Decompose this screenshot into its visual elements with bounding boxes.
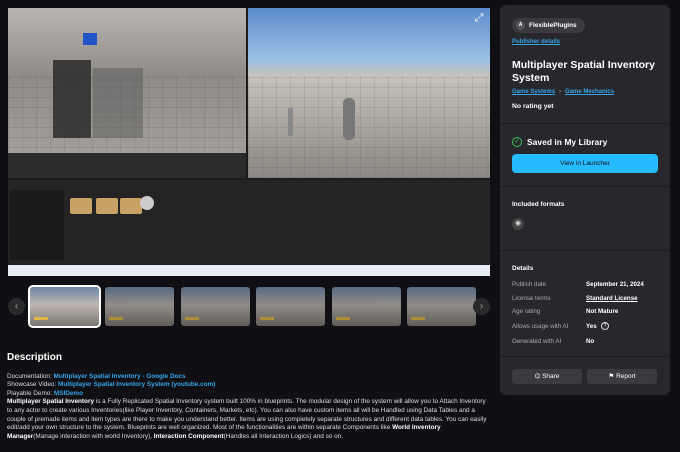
- bold-text: Multiplayer Spatial Inventory: [7, 398, 95, 406]
- product-title: Multiplayer Spatial Inventory System: [512, 59, 655, 84]
- share-button[interactable]: ⌬ Share: [512, 369, 582, 384]
- detail-label: Allows usage with AI: [512, 323, 569, 330]
- publisher-chip[interactable]: A FlexiblePlugins: [512, 18, 585, 33]
- report-label: Report: [616, 373, 636, 380]
- expand-icon[interactable]: ⤢: [472, 12, 486, 26]
- publisher-details-link[interactable]: Publisher details: [512, 39, 560, 45]
- thumbnail[interactable]: [105, 287, 174, 326]
- saved-status: Saved in My Library: [527, 137, 608, 147]
- description-heading: Description: [7, 352, 63, 363]
- chevron-left-icon[interactable]: ‹: [8, 298, 25, 315]
- thumbnail-strip: ‹ ›: [0, 285, 500, 328]
- documentation-link[interactable]: Multiplayer Spatial Inventory - Google D…: [54, 373, 186, 380]
- details-heading: Details: [512, 265, 534, 272]
- video-link[interactable]: Multiplayer Spatial Inventory System (yo…: [58, 381, 215, 388]
- screenshot-content-browser: [8, 180, 490, 265]
- share-icon: ⌬: [534, 373, 543, 380]
- category-link[interactable]: Game Systems: [512, 89, 555, 95]
- thumbnail[interactable]: [256, 287, 325, 326]
- detail-value: No: [586, 338, 595, 345]
- help-icon[interactable]: ?: [601, 322, 609, 330]
- media-viewer[interactable]: ⤢: [8, 8, 490, 276]
- chevron-right-icon: ›: [559, 89, 562, 95]
- screenshot-viewport-left: [8, 8, 246, 178]
- check-circle-icon: ✓: [512, 137, 522, 147]
- unreal-engine-icon: ◉: [512, 218, 524, 230]
- flag-icon: ⚑: [608, 373, 617, 380]
- detail-label: License terms: [512, 295, 551, 302]
- description-body: Multiplayer Spatial Inventory is a Fully…: [7, 398, 487, 441]
- video-label: Showcase Video:: [7, 381, 59, 389]
- detail-label: Age rating: [512, 308, 541, 315]
- view-in-launcher-button[interactable]: View in Launcher: [512, 154, 658, 173]
- demo-link[interactable]: MSIDemo: [54, 390, 83, 397]
- thumbnail[interactable]: [181, 287, 250, 326]
- chevron-right-icon[interactable]: ›: [473, 298, 490, 315]
- thumbnail[interactable]: [332, 287, 401, 326]
- doc-label: Documentation:: [7, 372, 54, 380]
- product-sidebar: A FlexiblePlugins Publisher details Multi…: [500, 5, 670, 395]
- license-link[interactable]: Standard License: [586, 295, 638, 302]
- screenshot-viewport-right: [248, 8, 490, 178]
- share-label: Share: [542, 373, 560, 380]
- thumbnail[interactable]: [28, 285, 101, 328]
- body-text: (Handles all Interaction Logics) and so …: [223, 432, 344, 440]
- detail-value: September 21, 2024: [586, 281, 644, 288]
- bold-text: Interaction Component: [153, 432, 224, 440]
- category-link[interactable]: Game Mechanics: [565, 89, 614, 95]
- detail-value: Not Mature: [586, 308, 619, 315]
- detail-value: Yes: [586, 323, 597, 330]
- report-button[interactable]: ⚑ Report: [587, 369, 657, 384]
- demo-label: Playable Demo:: [7, 389, 54, 397]
- body-text: (Manage interaction with world Inventory…: [33, 432, 154, 440]
- detail-label: Publish date: [512, 281, 547, 288]
- avatar-icon: A: [516, 21, 525, 30]
- formats-heading: Included formats: [512, 201, 565, 208]
- description-section: Description Documentation: Multiplayer S…: [7, 352, 487, 441]
- publisher-name: FlexiblePlugins: [529, 22, 577, 29]
- detail-label: Generated with AI: [512, 338, 562, 345]
- thumbnail[interactable]: [407, 287, 476, 326]
- rating-text: No rating yet: [512, 103, 554, 110]
